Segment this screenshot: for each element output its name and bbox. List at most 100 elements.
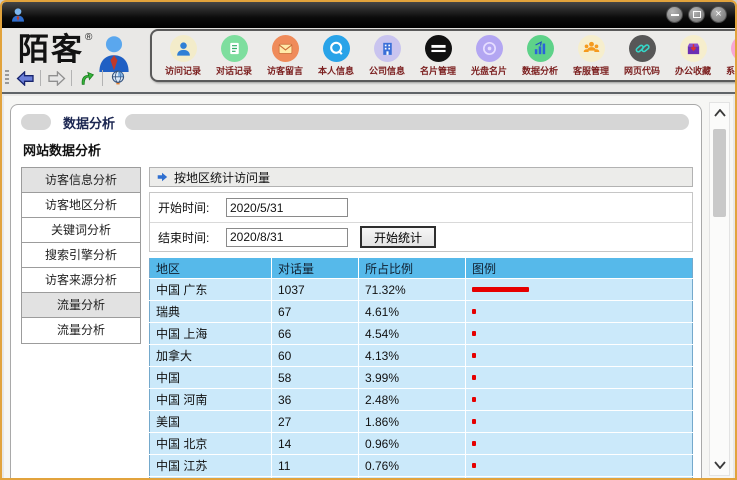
cell-legend (466, 345, 693, 367)
cell-dialogs: 36 (272, 389, 359, 411)
forward-button[interactable] (44, 67, 68, 89)
cell-region: 瑞典 (150, 301, 272, 323)
toolbar-item-q-badge[interactable]: 本人信息 (313, 35, 359, 77)
refresh-button[interactable] (75, 67, 99, 89)
legend-bar (472, 287, 529, 292)
table-row: 中国 河南362.48% (150, 389, 693, 411)
toolbar-item-label: 名片管理 (420, 64, 456, 77)
data-analysis-panel: 数据分析 网站数据分析 访客信息分析访客地区分析关键词分析搜索引擎分析访客来源分… (10, 104, 702, 480)
globe-icon (110, 70, 126, 86)
scroll-up-button[interactable] (710, 103, 729, 123)
toolbar-item-person[interactable]: 访问记录 (160, 35, 206, 77)
toolbar-grip-handle[interactable] (5, 70, 9, 86)
toolbar-item-people[interactable]: 客服管理 (568, 35, 614, 77)
sidebar-item-5[interactable]: 流量分析 (22, 293, 140, 318)
cell-percent: 4.13% (359, 345, 466, 367)
sidebar-item-3[interactable]: 搜索引擎分析 (22, 243, 140, 268)
cell-region: 中国 (150, 367, 272, 389)
back-arrow-icon (16, 71, 35, 86)
cell-dialogs: 14 (272, 433, 359, 455)
legend-bar (472, 441, 476, 446)
toolbar-item-disc[interactable]: 光盘名片 (466, 35, 512, 77)
home-internet-button[interactable] (106, 67, 130, 89)
maximize-button[interactable] (688, 6, 705, 23)
cell-region: 中国 北京 (150, 433, 272, 455)
toolbar-item-bell[interactable]: 系统消息 (721, 35, 737, 77)
app-person-icon (10, 7, 26, 23)
toolbar-item-link[interactable]: 网页代码 (619, 35, 665, 77)
start-time-input[interactable] (226, 198, 348, 217)
toolbar-item-envelope[interactable]: 访客留言 (262, 35, 308, 77)
end-time-label: 结束时间: (158, 229, 226, 246)
toolbar-item-label: 公司信息 (369, 64, 405, 77)
column-header: 所占比例 (359, 258, 466, 279)
scroll-down-button[interactable] (710, 455, 729, 475)
vertical-scrollbar[interactable] (709, 102, 730, 476)
legend-bar (472, 419, 476, 424)
panel-header: 按地区统计访问量 (149, 167, 693, 187)
sidebar-item-6[interactable]: 流量分析 (22, 318, 140, 343)
form-row-start: 开始时间: (150, 193, 692, 222)
toolbar-item-label: 对话记录 (216, 64, 252, 77)
cell-percent: 3.99% (359, 367, 466, 389)
start-statistics-button[interactable]: 开始统计 (360, 226, 436, 248)
cell-dialogs: 60 (272, 345, 359, 367)
q-badge-icon (323, 35, 350, 62)
table-row: 瑞典674.61% (150, 301, 693, 323)
toolbar-item-label: 访问记录 (165, 64, 201, 77)
toolbar-item-card[interactable]: 名片管理 (415, 35, 461, 77)
building-icon (374, 35, 401, 62)
chevron-up-icon (714, 109, 726, 117)
app-window: × 陌客 ® 访问记录对话记录访客留言本人信息公司信息名片管理光盘名片数据分析客… (0, 0, 737, 480)
analysis-sidebar: 访客信息分析访客地区分析关键词分析搜索引擎分析访客来源分析流量分析流量分析 (21, 167, 141, 480)
card-icon (425, 35, 452, 62)
column-header: 地区 (150, 258, 272, 279)
cell-percent: 1.86% (359, 411, 466, 433)
cell-dialogs: 10 (272, 477, 359, 480)
cell-legend (466, 279, 693, 301)
toolbar-item-label: 访客留言 (267, 64, 303, 77)
scrollbar-thumb[interactable] (713, 129, 726, 217)
legend-bar (472, 463, 476, 468)
toolbar-item-label: 客服管理 (573, 64, 609, 77)
toolbar-item-label: 办公收藏 (675, 64, 711, 77)
tab-data-analysis[interactable]: 数据分析 (63, 113, 115, 132)
cell-region: 中国 浙江 (150, 477, 272, 480)
nav-toolbar (2, 66, 130, 90)
toolbar-item-label: 网页代码 (624, 64, 660, 77)
end-time-input[interactable] (226, 228, 348, 247)
cell-legend (466, 389, 693, 411)
cell-region: 美国 (150, 411, 272, 433)
back-button[interactable] (13, 67, 37, 89)
brand-logo-text: 陌客 (18, 30, 84, 70)
people-icon (578, 35, 605, 62)
table-row: 加拿大604.13% (150, 345, 693, 367)
sidebar-item-0[interactable]: 访客信息分析 (22, 168, 140, 193)
cell-legend (466, 455, 693, 477)
link-icon (629, 35, 656, 62)
sidebar-item-4[interactable]: 访客来源分析 (22, 268, 140, 293)
toolbar-separator (71, 70, 72, 86)
column-header: 对话量 (272, 258, 359, 279)
archive-icon (680, 35, 707, 62)
main-toolbar: 访问记录 对话记录 访客留言 本人信息 公司信息 名片管理光盘名片数据分析 客服管理 网页代码… (150, 29, 737, 82)
sidebar-item-1[interactable]: 访客地区分析 (22, 193, 140, 218)
minimize-button[interactable] (666, 6, 683, 23)
toolbar-item-document[interactable]: 对话记录 (211, 35, 257, 77)
toolbar-item-label: 数据分析 (522, 64, 558, 77)
tab-bar: 数据分析 (21, 113, 693, 131)
date-range-form: 开始时间: 结束时间: 开始统计 (149, 192, 693, 252)
legend-bar (472, 309, 476, 314)
toolbar-item-building[interactable]: 公司信息 (364, 35, 410, 77)
cell-percent: 0.96% (359, 433, 466, 455)
toolbar-item-archive[interactable]: 办公收藏 (670, 35, 716, 77)
bell-icon (731, 35, 737, 62)
sidebar-item-2[interactable]: 关键词分析 (22, 218, 140, 243)
close-button[interactable]: × (710, 6, 727, 23)
cell-region: 中国 上海 (150, 323, 272, 345)
toolbar-item-chart[interactable]: 数据分析 (517, 35, 563, 77)
toolbar-item-label: 本人信息 (318, 64, 354, 77)
title-bar: × (2, 2, 735, 28)
blue-arrow-icon (156, 171, 168, 183)
person-icon (170, 35, 197, 62)
